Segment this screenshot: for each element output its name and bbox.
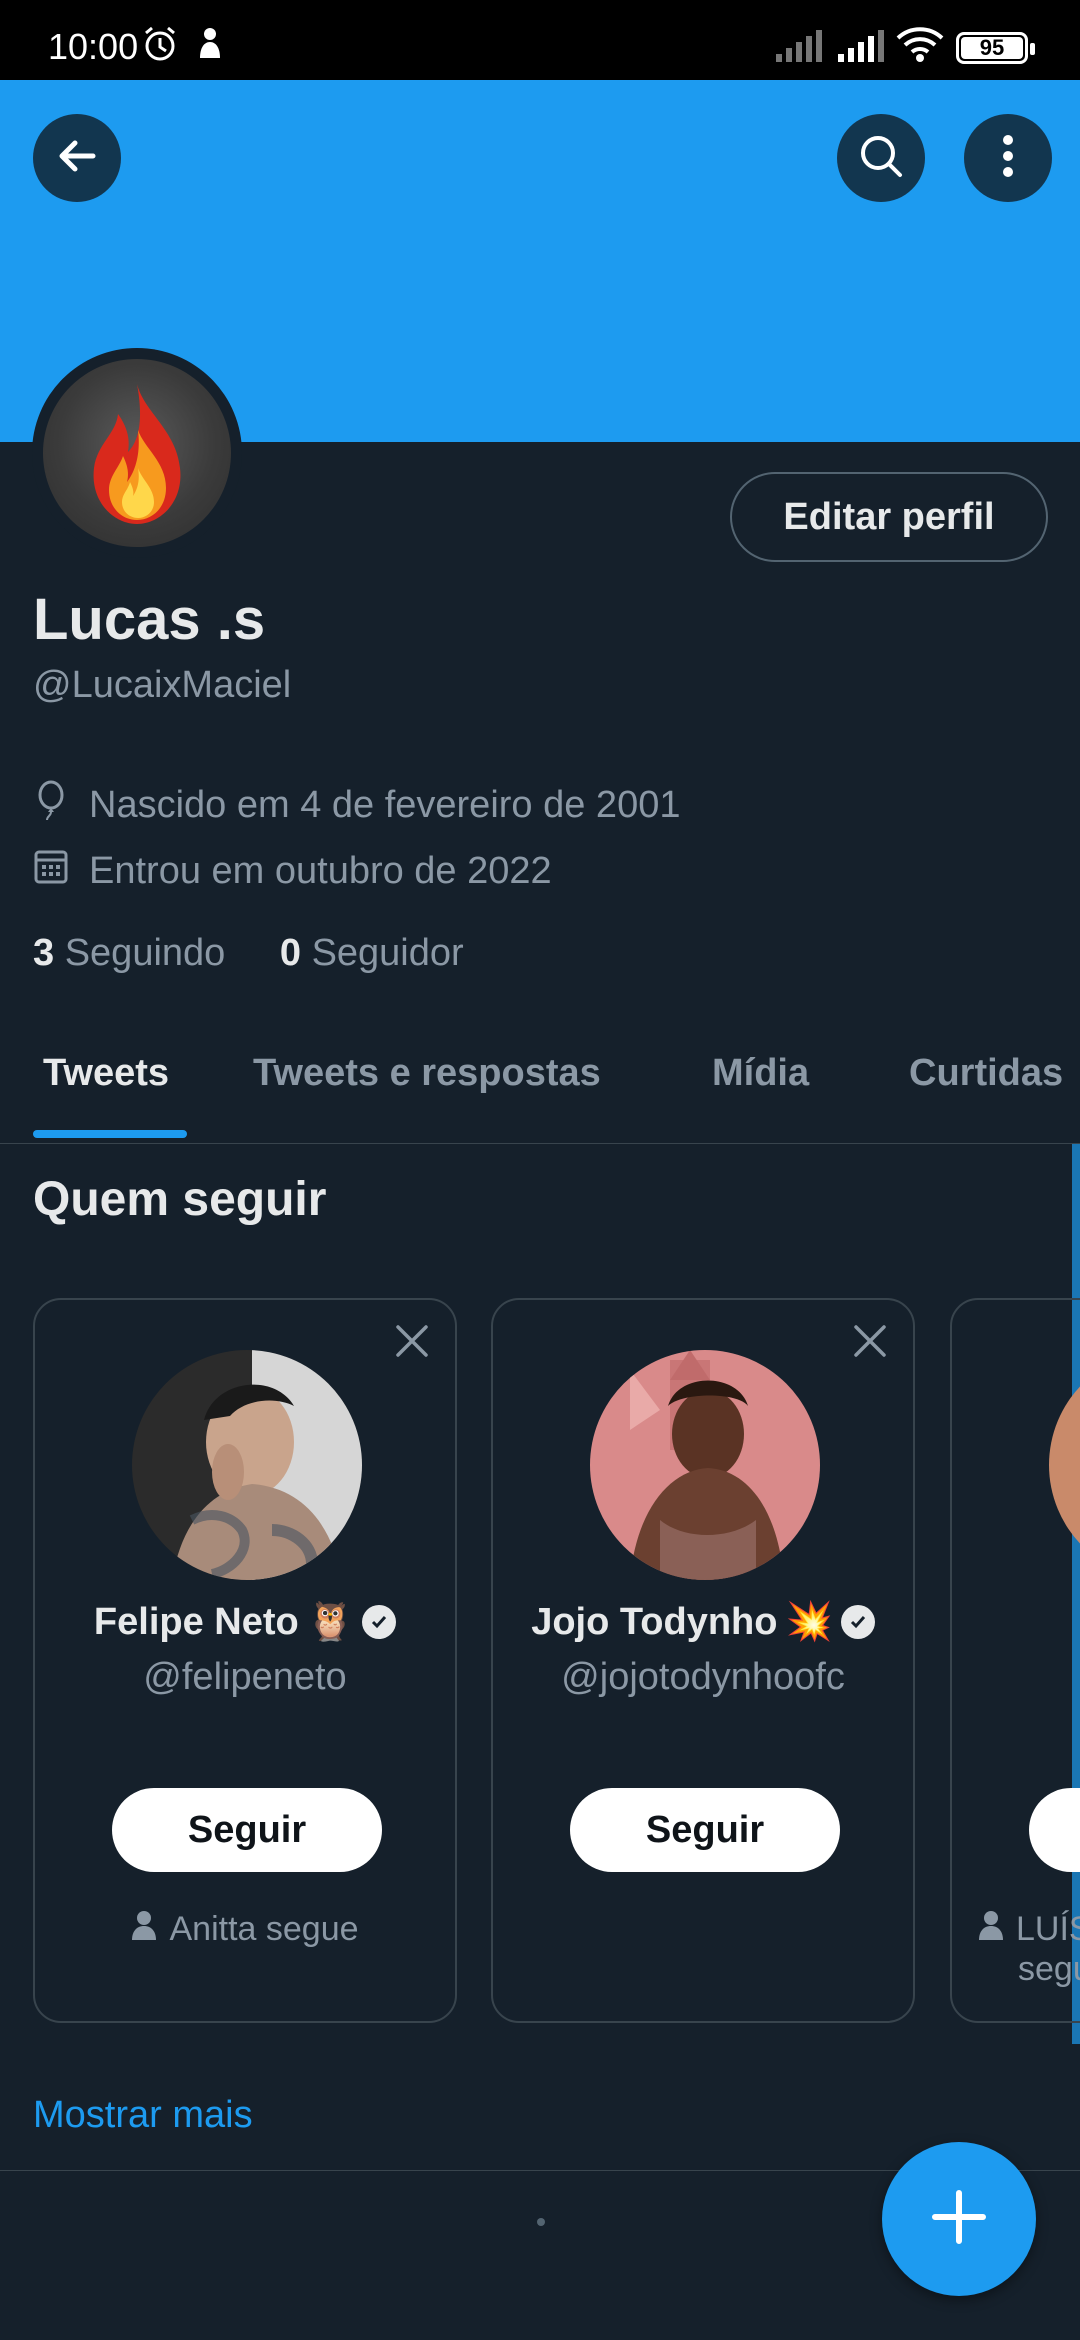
battery-cap [1030,43,1035,55]
suggestion-handle: @jojotodynhoofc [561,1656,845,1698]
avatar[interactable] [1049,1350,1080,1580]
follow-button[interactable]: Seguir [112,1788,382,1872]
avatar[interactable] [590,1350,820,1580]
profile-tabs: Tweets Tweets e respostas Mídia Curtidas [0,1030,1080,1144]
suggestion-name: Jojo Todynho [531,1600,778,1643]
status-time: 10:00 [48,26,139,67]
suggestion-card[interactable]: Jojo Todynho 💥 @jojotodynhoofc Seguir [491,1298,915,2023]
person-icon [131,1910,157,1949]
collision-emoji: 💥 [785,1601,833,1643]
followers-link[interactable]: 0 Seguidor [280,932,464,974]
plus-icon [929,2187,989,2252]
suggestion-name-row: Jojo Todynho 💥 [493,1600,913,1644]
following-label: Seguindo [64,932,226,974]
tab-tweets[interactable]: Tweets [43,1052,169,1095]
follow-stats: 3 Seguindo 0 Seguidor [33,932,464,975]
tab-tweets-and-replies[interactable]: Tweets e respostas [253,1052,601,1095]
social-context-text: Anitta segue [169,1910,359,1948]
loading-dot [537,2218,545,2226]
follow-button[interactable]: Seguir [570,1788,840,1872]
suggestion-card[interactable]: Felipe Neto 🦉 @felipeneto Seguir Anitta … [33,1298,457,2023]
suggestion-handle: @felipeneto [143,1656,347,1698]
social-context: LUÍS [978,1910,1080,1949]
tab-likes[interactable]: Curtidas [909,1052,1063,1095]
compose-tweet-button[interactable] [882,2142,1036,2296]
status-bar: 10:00 95 [0,0,1080,80]
search-button[interactable] [837,114,925,202]
wifi-icon [896,24,944,69]
display-name: Lucas .s [33,587,266,652]
social-context: Anitta segue [35,1910,455,1949]
profile-screen: 10:00 95 Editar perfil Lucas .s @LucaixM… [0,0,1080,2340]
show-more-link[interactable]: Mostrar mais [33,2094,253,2137]
battery-indicator: 95 [956,32,1035,64]
more-vertical-icon [998,131,1018,186]
joined-text: Entrou em outubro de 2022 [89,849,552,892]
suggestion-name-row: Felipe Neto 🦉 [35,1600,455,1644]
avatar[interactable] [132,1350,362,1580]
signal-icon-2 [836,24,886,69]
follow-button[interactable] [1029,1788,1080,1872]
active-tab-indicator [33,1130,187,1138]
suggestion-card[interactable]: LUÍS segu [950,1298,1080,2023]
flame-avatar-image [43,359,231,547]
notification-icon [192,24,228,69]
arrow-left-icon [53,132,101,185]
joined-row: Entrou em outubro de 2022 [33,846,552,896]
profile-handle: @LucaixMaciel [33,664,292,706]
verified-badge-icon [362,1605,397,1639]
who-to-follow-title: Quem seguir [33,1173,327,1226]
birthday-row: Nascido em 4 de fevereiro de 2001 [33,780,680,830]
edit-profile-button[interactable]: Editar perfil [730,472,1048,562]
following-count: 3 [33,932,55,974]
followers-count: 0 [279,932,301,974]
signal-icon-1 [774,24,824,69]
following-link[interactable]: 3 Seguindo [33,932,225,974]
profile-avatar[interactable] [32,348,242,558]
close-icon[interactable] [393,1322,431,1365]
back-button[interactable] [33,114,121,202]
suggestion-name: Felipe Neto [93,1600,299,1643]
battery-level: 95 [979,35,1005,60]
alarm-icon [140,24,180,69]
person-icon [978,1910,1004,1949]
more-options-button[interactable] [964,114,1052,202]
owl-emoji: 🦉 [306,1601,355,1643]
social-context-line2: segu [1018,1950,1080,1988]
verified-badge-icon [840,1605,875,1639]
tab-media[interactable]: Mídia [712,1052,809,1095]
calendar-icon [33,846,89,896]
followers-label: Seguidor [311,932,464,974]
birthday-text: Nascido em 4 de fevereiro de 2001 [89,783,681,826]
balloon-icon [33,780,89,830]
social-context-text: LUÍS [1016,1910,1080,1948]
close-icon[interactable] [851,1322,889,1365]
search-icon [856,131,906,186]
